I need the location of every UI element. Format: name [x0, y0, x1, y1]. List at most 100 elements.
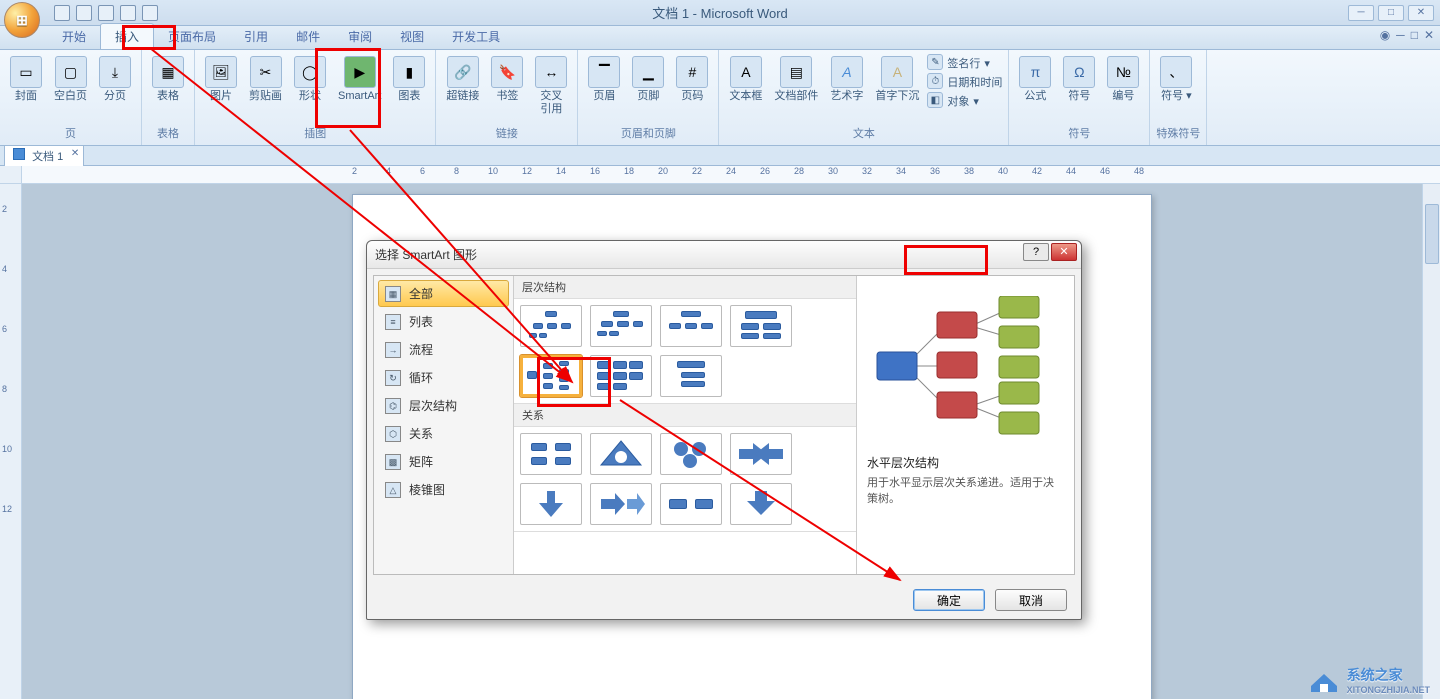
ok-button[interactable]: 确定: [913, 589, 985, 611]
smartart-thumb[interactable]: [730, 305, 792, 347]
section-relationship: 关系: [514, 404, 856, 427]
header-button[interactable]: ▔页眉: [584, 54, 624, 105]
tab-home[interactable]: 开始: [48, 24, 100, 49]
qat-redo-icon[interactable]: [98, 5, 114, 21]
group-text: A文本框 ▤文档部件 A艺术字 A首字下沉 ✎签名行▾ ⏱日期和时间 ◧对象▾ …: [719, 50, 1009, 145]
quickparts-button[interactable]: ▤文档部件: [770, 54, 822, 105]
tab-mailings[interactable]: 邮件: [282, 24, 334, 49]
nav-list[interactable]: ≡列表: [378, 308, 509, 335]
tab-review[interactable]: 审阅: [334, 24, 386, 49]
doc-restore-icon[interactable]: □: [1411, 28, 1418, 42]
wordart-button[interactable]: A艺术字: [826, 54, 867, 105]
doc-minimize-icon[interactable]: ─: [1396, 28, 1405, 42]
blank-page-button[interactable]: ▢空白页: [50, 54, 91, 105]
table-button[interactable]: ▦表格: [148, 54, 188, 105]
tab-references[interactable]: 引用: [230, 24, 282, 49]
office-button[interactable]: ⊞: [4, 2, 40, 38]
tab-developer[interactable]: 开发工具: [438, 24, 514, 49]
chart-button[interactable]: ▮图表: [389, 54, 429, 105]
footer-button[interactable]: ▁页脚: [628, 54, 668, 105]
dialog-category-nav: ▦全部 ≡列表 →流程 ↻循环 ⌬层次结构 ⬡关系 ▩矩阵 △棱锥图: [374, 276, 514, 574]
bookmark-button[interactable]: 🔖书签: [487, 54, 527, 105]
qat-print-icon[interactable]: [120, 5, 136, 21]
group-symbols: π公式 Ω符号 №编号 符号: [1009, 50, 1150, 145]
preview-description: 用于水平显示层次关系递进。适用于决策树。: [867, 475, 1064, 507]
signature-line-button[interactable]: ✎签名行▾: [927, 54, 1002, 72]
preview-image: [867, 286, 1064, 446]
group-special: 、符号 ▾ 特殊符号: [1150, 50, 1207, 145]
smartart-thumb[interactable]: [660, 305, 722, 347]
smartart-thumb[interactable]: [660, 483, 722, 525]
smartart-thumb[interactable]: [730, 483, 792, 525]
word-file-icon: [13, 148, 25, 160]
group-headerfooter: ▔页眉 ▁页脚 #页码 页眉和页脚: [578, 50, 719, 145]
smartart-thumb[interactable]: [520, 483, 582, 525]
object-button[interactable]: ◧对象▾: [927, 92, 1002, 110]
document-tabs: 文档 1 ✕: [0, 146, 1440, 166]
smartart-thumb[interactable]: [660, 355, 722, 397]
vertical-ruler: 24681012: [0, 184, 22, 699]
dialog-gallery[interactable]: 层次结构 关系: [514, 276, 856, 574]
annotation-highlight-tab: [122, 25, 176, 50]
group-illustrations: 🖼图片 ✂剪贴画 ◯形状 ▶SmartArt ▮图表 插图: [195, 50, 436, 145]
nav-hierarchy[interactable]: ⌬层次结构: [378, 392, 509, 419]
cancel-button[interactable]: 取消: [995, 589, 1067, 611]
smartart-thumb[interactable]: [520, 305, 582, 347]
window-controls: ─ □ ✕: [1348, 5, 1434, 21]
group-pages: ▭封面 ▢空白页 ⤓分页 页: [0, 50, 142, 145]
page-break-button[interactable]: ⤓分页: [95, 54, 135, 105]
smartart-thumb[interactable]: [730, 433, 792, 475]
qat-preview-icon[interactable]: [142, 5, 158, 21]
smartart-thumb[interactable]: [660, 433, 722, 475]
close-doc-icon[interactable]: ✕: [71, 148, 79, 159]
dropcap-button[interactable]: A首字下沉: [871, 54, 923, 105]
document-tab[interactable]: 文档 1 ✕: [4, 145, 84, 166]
annotation-highlight-ok: [904, 245, 988, 275]
nav-cycle[interactable]: ↻循环: [378, 364, 509, 391]
close-button[interactable]: ✕: [1408, 5, 1434, 21]
qat-undo-icon[interactable]: [76, 5, 92, 21]
nav-all[interactable]: ▦全部: [378, 280, 509, 307]
hyperlink-button[interactable]: 🔗超链接: [442, 54, 483, 105]
quick-access-toolbar: [54, 5, 158, 21]
smartart-thumb[interactable]: [590, 305, 652, 347]
ribbon: ▭封面 ▢空白页 ⤓分页 页 ▦表格 表格 🖼图片 ✂剪贴画 ◯形状 ▶Smar…: [0, 50, 1440, 146]
qat-save-icon[interactable]: [54, 5, 70, 21]
dialog-close-button[interactable]: ✕: [1051, 243, 1077, 261]
doc-close-icon[interactable]: ✕: [1424, 28, 1434, 42]
clipart-button[interactable]: ✂剪贴画: [245, 54, 286, 105]
number-button[interactable]: №编号: [1103, 54, 1143, 105]
smartart-thumb[interactable]: [520, 433, 582, 475]
equation-button[interactable]: π公式: [1015, 54, 1055, 105]
help-icon[interactable]: ◉: [1380, 28, 1390, 42]
smartart-dialog: 选择 SmartArt 图形 ? ✕ ▦全部 ≡列表 →流程 ↻循环 ⌬层次结构…: [366, 240, 1082, 620]
cover-page-button[interactable]: ▭封面: [6, 54, 46, 105]
annotation-highlight-smartart: [315, 48, 381, 128]
crossref-button[interactable]: ↔交叉 引用: [531, 54, 571, 118]
datetime-button[interactable]: ⏱日期和时间: [927, 73, 1002, 91]
tab-view[interactable]: 视图: [386, 24, 438, 49]
nav-pyramid[interactable]: △棱锥图: [378, 476, 509, 503]
smartart-thumb[interactable]: [590, 483, 652, 525]
dialog-help-button[interactable]: ?: [1023, 243, 1049, 261]
textbox-button[interactable]: A文本框: [725, 54, 766, 105]
minimize-button[interactable]: ─: [1348, 5, 1374, 21]
nav-relationship[interactable]: ⬡关系: [378, 420, 509, 447]
ribbon-tabs: 开始 插入 页面布局 引用 邮件 审阅 视图 开发工具 ◉ ─ □ ✕: [0, 26, 1440, 50]
annotation-highlight-thumb: [537, 357, 611, 407]
nav-process[interactable]: →流程: [378, 336, 509, 363]
special-symbol-button[interactable]: 、符号 ▾: [1156, 54, 1196, 105]
pagenumber-button[interactable]: #页码: [672, 54, 712, 105]
nav-matrix[interactable]: ▩矩阵: [378, 448, 509, 475]
dialog-footer: 确定 取消: [367, 581, 1081, 619]
dialog-preview: 水平层次结构 用于水平显示层次关系递进。适用于决策树。: [856, 276, 1074, 574]
watermark: 系统之家 XITONGZHIJIA.NET: [1307, 665, 1430, 695]
symbol-button[interactable]: Ω符号: [1059, 54, 1099, 105]
picture-button[interactable]: 🖼图片: [201, 54, 241, 105]
smartart-thumb[interactable]: [590, 433, 652, 475]
section-hierarchy: 层次结构: [514, 276, 856, 299]
titlebar: ⊞ 文档 1 - Microsoft Word ─ □ ✕: [0, 0, 1440, 26]
vertical-scrollbar[interactable]: [1422, 184, 1440, 699]
window-title: 文档 1 - Microsoft Word: [652, 3, 788, 22]
maximize-button[interactable]: □: [1378, 5, 1404, 21]
